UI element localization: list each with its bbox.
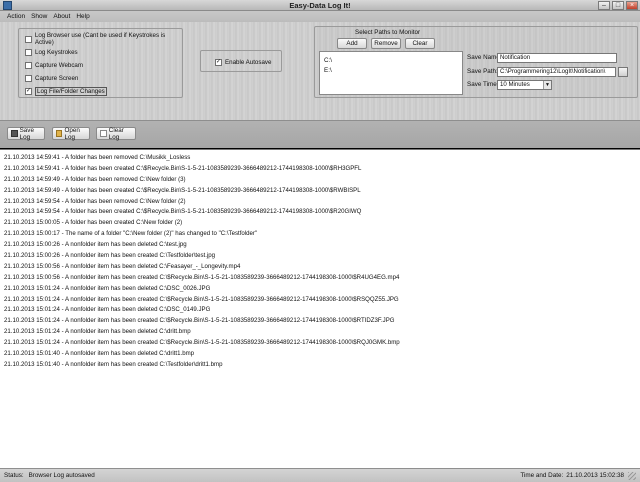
list-item: 21.10.2013 15:00:05 - A folder has been … (4, 219, 183, 227)
status-label: Status: (4, 472, 24, 479)
status-bar: Status: Browser Log autosaved Time and D… (0, 468, 640, 482)
save-times-select[interactable]: 10 Minutes ▼ (497, 80, 552, 90)
enable-autosave-checkbox[interactable]: Enable Autosave (215, 57, 271, 67)
checkbox-checked[interactable] (215, 58, 222, 66)
maximize-icon[interactable]: □ (612, 1, 624, 10)
close-icon[interactable]: × (626, 1, 638, 10)
list-item: 21.10.2013 14:59:41 - A folder has been … (4, 164, 362, 172)
option-browser-use[interactable]: Log Browser use (Cant be used if Keystro… (25, 32, 182, 46)
option-webcam[interactable]: Capture Webcam (25, 60, 83, 70)
list-item: 21.10.2013 15:00:17 - The name of a fold… (4, 230, 258, 238)
list-item: 21.10.2013 15:01:40 - A nonfolder item h… (4, 360, 223, 368)
option-keystrokes[interactable]: Log Keystrokes (25, 47, 78, 57)
checkbox[interactable] (25, 35, 32, 43)
paths-group: Select Paths to Monitor Add Remove Clear… (314, 26, 638, 98)
list-item: 21.10.2013 15:01:24 - A nonfolder item h… (4, 328, 191, 336)
clear-log-button[interactable]: Clear Log (96, 127, 136, 141)
save-log-button[interactable]: Save Log (7, 127, 45, 141)
minimize-icon[interactable]: – (598, 1, 610, 10)
time-label: Time and Date: (520, 472, 564, 479)
time-value: 21.10.2013 15:02:38 (566, 472, 624, 479)
list-item: 21.10.2013 15:01:24 - A nonfolder item h… (4, 284, 211, 292)
resize-grip-icon[interactable] (628, 471, 636, 480)
chevron-down-icon[interactable]: ▼ (543, 81, 551, 89)
save-path-input[interactable]: C:\Programmering12\LogIt\Notification\ (497, 67, 616, 77)
option-file-folder-changes[interactable]: Log File/Folder Changes (25, 86, 107, 96)
logging-options-group: Log Browser use (Cant be used if Keystro… (18, 28, 183, 98)
autosave-group: Enable Autosave (200, 50, 282, 72)
list-item[interactable]: E:\ (320, 66, 462, 76)
remove-path-button[interactable]: Remove (371, 38, 401, 49)
paths-title: Select Paths to Monitor (355, 29, 421, 36)
save-icon (11, 130, 18, 137)
list-item: 21.10.2013 15:01:24 - A nonfolder item h… (4, 295, 399, 303)
title-bar: Easy-Data Log It! – □ × (0, 0, 640, 11)
clear-paths-button[interactable]: Clear (405, 38, 435, 49)
checkbox[interactable] (25, 61, 32, 69)
save-name-input[interactable]: Notification (497, 53, 617, 63)
menu-help[interactable]: Help (73, 11, 92, 22)
checkbox[interactable] (25, 74, 32, 82)
list-item: 21.10.2013 14:59:54 - A folder has been … (4, 208, 362, 216)
folder-icon (56, 130, 63, 137)
save-path-label: Save Path: (467, 68, 498, 75)
window-title: Easy-Data Log It! (289, 1, 351, 10)
status-value: Browser Log autosaved (28, 472, 95, 479)
browse-path-button[interactable] (618, 67, 628, 77)
toolbar: Save Log Open Log Clear Log (0, 120, 640, 148)
option-screen[interactable]: Capture Screen (25, 73, 78, 83)
menu-about[interactable]: About (50, 11, 73, 22)
window-controls: – □ × (598, 1, 638, 10)
open-log-button[interactable]: Open Log (52, 127, 90, 141)
list-item: 21.10.2013 15:01:24 - A nonfolder item h… (4, 306, 211, 314)
list-item: 21.10.2013 14:59:49 - A folder has been … (4, 175, 186, 183)
list-item: 21.10.2013 14:59:49 - A folder has been … (4, 186, 361, 194)
list-item: 21.10.2013 15:00:26 - A nonfolder item h… (4, 252, 216, 260)
checkbox-checked[interactable] (25, 87, 32, 95)
list-item: 21.10.2013 14:59:41 - A folder has been … (4, 154, 191, 161)
list-item: 21.10.2013 15:01:24 - A nonfolder item h… (4, 317, 395, 325)
list-item: 21.10.2013 15:01:24 - A nonfolder item h… (4, 339, 400, 347)
list-item: 21.10.2013 15:00:26 - A nonfolder item h… (4, 241, 187, 249)
add-path-button[interactable]: Add (337, 38, 367, 49)
list-item: 21.10.2013 15:01:40 - A nonfolder item h… (4, 350, 195, 358)
menu-action[interactable]: Action (4, 11, 28, 22)
checkbox[interactable] (25, 48, 32, 56)
list-item: 21.10.2013 14:59:54 - A folder has been … (4, 197, 186, 205)
menu-show[interactable]: Show (28, 11, 50, 22)
list-item[interactable]: C:\ (320, 56, 462, 66)
list-item: 21.10.2013 15:00:56 - A nonfolder item h… (4, 273, 400, 281)
list-item: 21.10.2013 15:00:56 - A nonfolder item h… (4, 262, 241, 270)
settings-panel: Log Browser use (Cant be used if Keystro… (0, 22, 640, 120)
log-output[interactable]: 21.10.2013 14:59:41 - A folder has been … (0, 149, 640, 468)
clear-icon (100, 130, 107, 137)
paths-list[interactable]: C:\ E:\ (319, 51, 463, 95)
menu-bar: Action Show About Help (0, 11, 640, 22)
